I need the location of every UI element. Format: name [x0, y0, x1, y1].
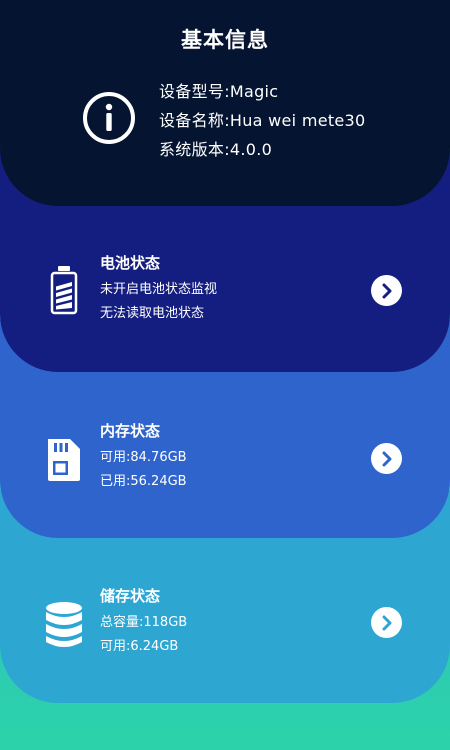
storage-total: 总容量:118GB [100, 615, 188, 630]
database-icon [46, 602, 82, 647]
device-info-list: 设备型号:Magic 设备名称:Hua wei mete30 系统版本:4.0.… [159, 77, 366, 164]
storage-status-title: 储存状态 [100, 587, 161, 605]
chevron-right-icon [382, 615, 391, 630]
battery-status-title: 电池状态 [100, 254, 161, 272]
memory-available: 可用:84.76GB [100, 450, 187, 465]
storage-status-text: 储存状态 总容量:118GB 可用:6.24GB [100, 585, 187, 659]
battery-read-status: 无法读取电池状态 [100, 306, 205, 321]
page-title: 基本信息 [181, 28, 269, 52]
memory-used: 已用:56.24GB [100, 474, 187, 489]
info-icon [83, 92, 135, 144]
chevron-right-icon [382, 283, 391, 298]
battery-icon [50, 266, 78, 315]
memory-detail-button[interactable] [371, 443, 402, 474]
storage-available: 可用:6.24GB [100, 639, 179, 654]
device-name: 设备名称:Hua wei mete30 [159, 111, 366, 130]
memory-status-text: 内存状态 可用:84.76GB 已用:56.24GB [100, 420, 187, 494]
sd-card-icon [48, 439, 80, 481]
system-version: 系统版本:4.0.0 [159, 140, 273, 159]
device-info-card: 基本信息 设备型号:Magic 设备名称:Hua wei mete30 系统版本… [0, 0, 450, 206]
memory-status-title: 内存状态 [100, 422, 161, 440]
battery-monitor-status: 未开启电池状态监视 [100, 282, 218, 297]
storage-detail-button[interactable] [371, 607, 402, 638]
device-model: 设备型号:Magic [159, 82, 279, 101]
chevron-right-icon [382, 451, 391, 466]
battery-detail-button[interactable] [371, 275, 402, 306]
battery-status-text: 电池状态 未开启电池状态监视 无法读取电池状态 [100, 252, 217, 326]
